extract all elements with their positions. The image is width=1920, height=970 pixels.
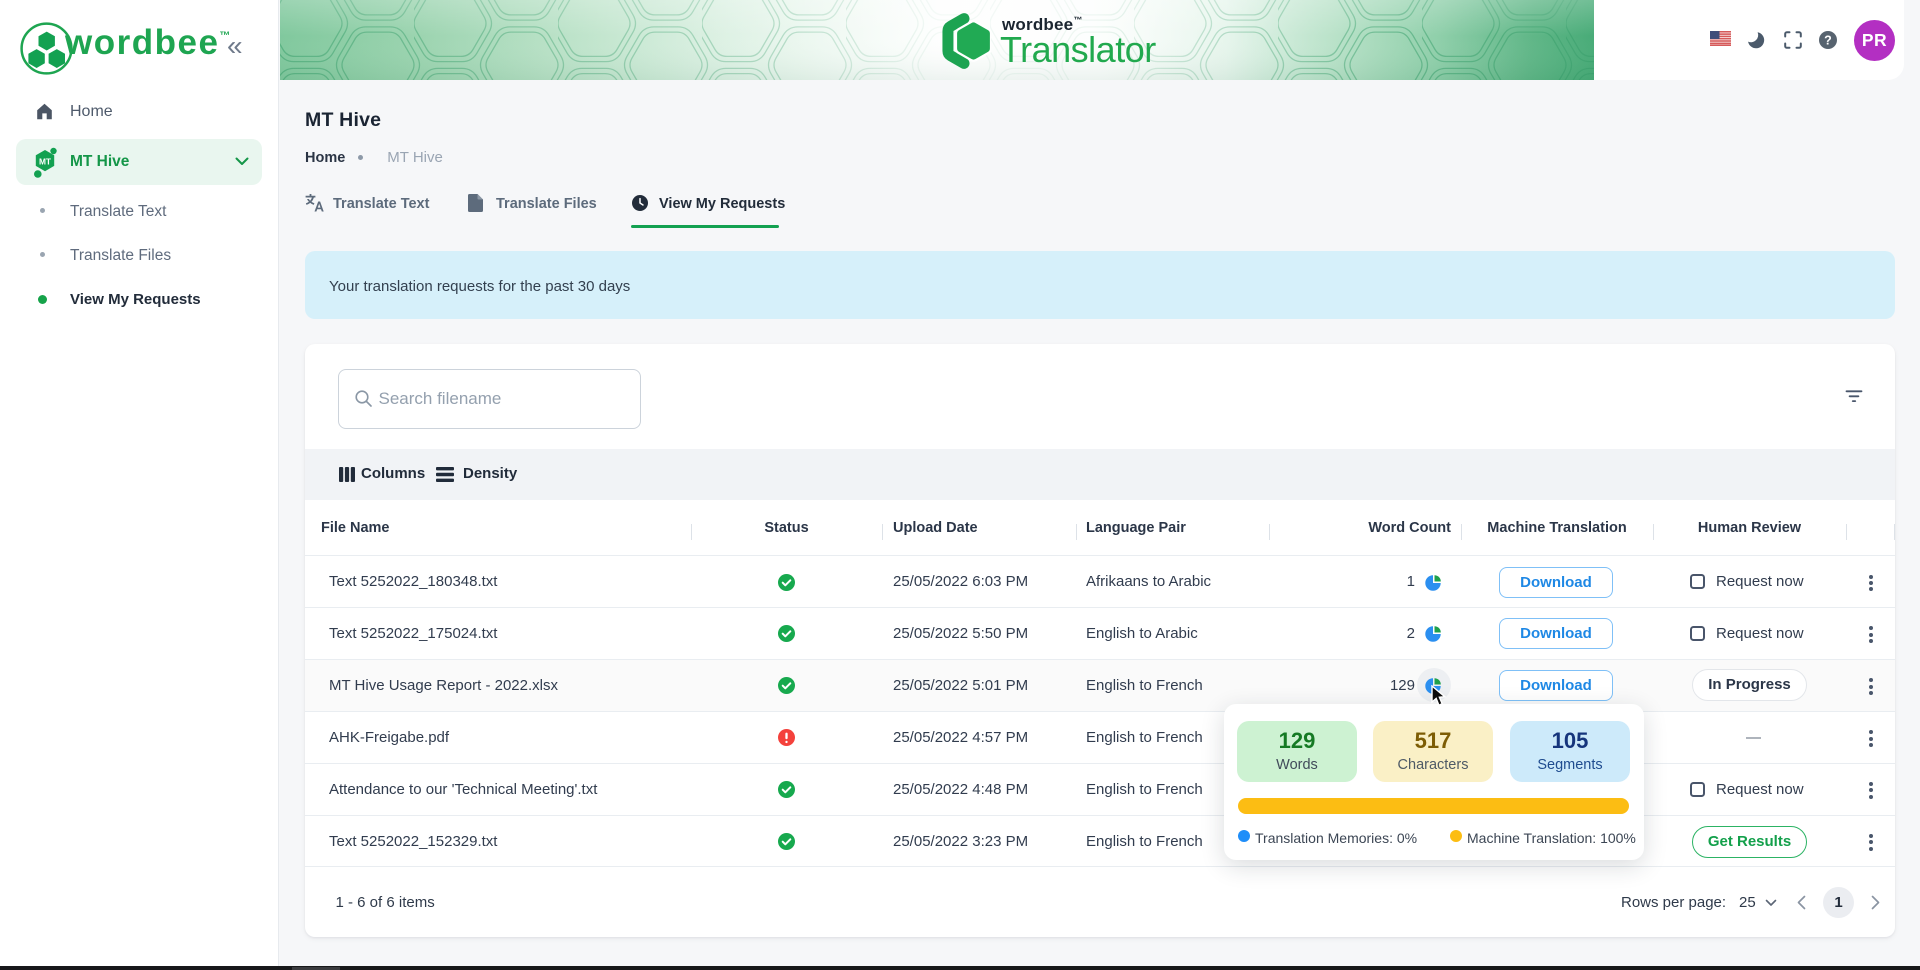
svg-text:?: ?	[1824, 33, 1832, 47]
svg-text:MT: MT	[39, 156, 52, 166]
